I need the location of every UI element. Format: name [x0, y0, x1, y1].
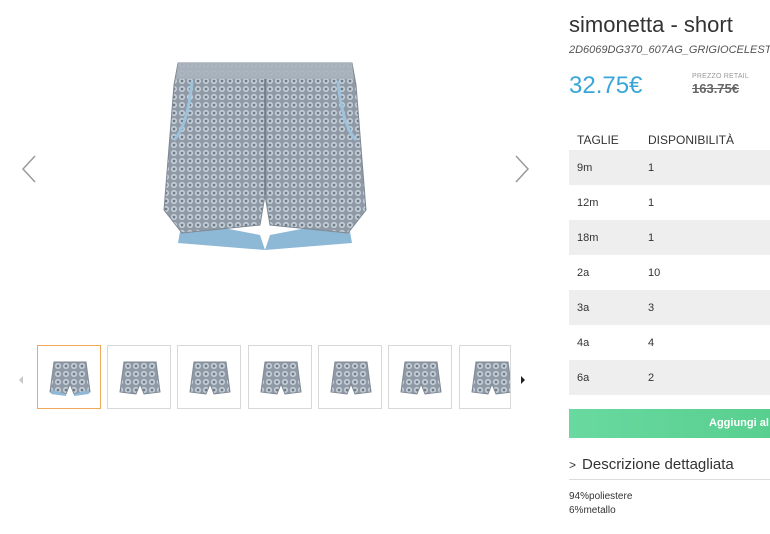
size-availability-table: TAGLIE DISPONIBILITÀ 9m 1 12m 1 18m 1 2a…	[569, 130, 770, 395]
thumbnails-previous-icon[interactable]	[17, 372, 25, 384]
qty-cell: 1	[648, 232, 655, 244]
thumbnail-5[interactable]	[318, 345, 382, 409]
next-image-arrow-icon[interactable]	[508, 152, 534, 186]
qty-cell: 2	[648, 372, 655, 384]
product-price: 32.75€	[569, 72, 643, 99]
description-toggle-label: Descrizione dettagliata	[582, 456, 734, 473]
qty-cell: 10	[648, 267, 661, 279]
table-row[interactable]: 18m 1	[569, 220, 770, 255]
previous-image-arrow-icon[interactable]	[17, 152, 43, 186]
retail-price-label: PREZZO RETAIL	[692, 73, 749, 80]
size-cell: 3a	[577, 302, 590, 314]
size-cell: 9m	[577, 162, 593, 174]
thumbnail-2[interactable]	[107, 345, 171, 409]
qty-cell: 4	[648, 337, 655, 349]
product-main-image	[130, 45, 400, 270]
table-row[interactable]: 2a 10	[569, 255, 770, 290]
size-cell: 6a	[577, 372, 590, 384]
add-to-cart-button[interactable]: Aggiungi al c	[569, 409, 770, 438]
table-row[interactable]: 6a 2	[569, 360, 770, 395]
header-size: TAGLIE	[577, 133, 619, 147]
thumbnail-4[interactable]	[248, 345, 312, 409]
thumbnails-next-icon[interactable]	[519, 372, 527, 384]
table-row[interactable]: 12m 1	[569, 185, 770, 220]
header-availability: DISPONIBILITÀ	[648, 133, 735, 147]
table-row[interactable]: 9m 1	[569, 150, 770, 185]
thumbnail-1[interactable]	[37, 345, 101, 409]
qty-cell: 1	[648, 197, 655, 209]
retail-price: 163.75€	[692, 81, 739, 96]
description-composition-2: 6%metallo	[569, 505, 616, 516]
table-row[interactable]: 4a 4	[569, 325, 770, 360]
qty-cell: 1	[648, 162, 655, 174]
table-row[interactable]: 3a 3	[569, 290, 770, 325]
size-cell: 12m	[577, 197, 599, 209]
divider	[569, 479, 770, 480]
size-cell: 4a	[577, 337, 590, 349]
add-to-cart-label: Aggiungi al c	[709, 417, 770, 429]
thumbnail-3[interactable]	[177, 345, 241, 409]
size-cell: 18m	[577, 232, 599, 244]
qty-cell: 3	[648, 302, 655, 314]
description-toggle[interactable]: > Descrizione dettagliata	[569, 456, 734, 473]
table-header: TAGLIE DISPONIBILITÀ	[569, 130, 770, 150]
product-title: simonetta - short	[569, 12, 733, 37]
thumbnail-6[interactable]	[388, 345, 452, 409]
product-sku: 2D6069DG370_607AG_GRIGIOCELESTE	[569, 44, 770, 56]
size-cell: 2a	[577, 267, 590, 279]
chevron-right-icon: >	[569, 458, 577, 472]
description-composition-1: 94%poliestere	[569, 491, 633, 502]
thumbnail-7[interactable]	[459, 345, 511, 409]
